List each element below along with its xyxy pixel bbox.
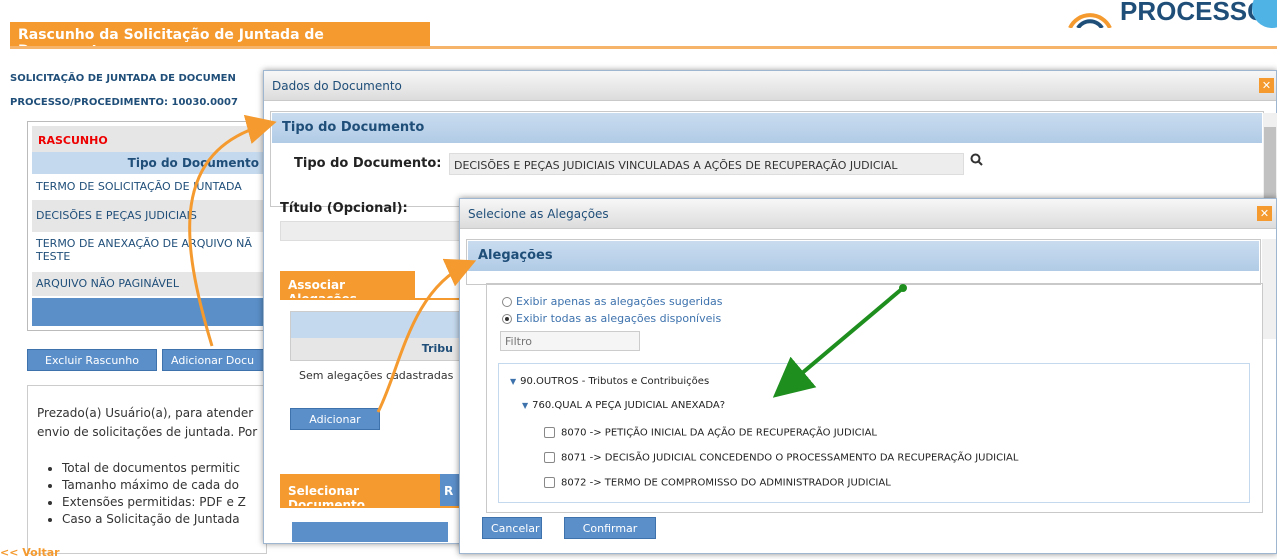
radio-sugeridas-label: Exibir apenas as alegações sugeridas xyxy=(516,295,723,308)
voltar-link[interactable]: << Voltar xyxy=(0,546,60,559)
rascunho-row[interactable]: TERMO DE SOLICITAÇÃO DE JUNTADA xyxy=(32,176,267,198)
dialog-title: Dados do Documento xyxy=(264,71,1276,101)
tab-next[interactable]: R xyxy=(440,474,460,506)
tipo-section-header: Tipo do Documento xyxy=(272,113,1262,143)
sem-alegacoes-text: Sem alegações cadastradas xyxy=(299,369,454,382)
rascunho-row[interactable]: ARQUIVO NÃO PAGINÁVEL xyxy=(32,272,267,296)
tipo-input[interactable]: DECISÕES E PEÇAS JUDICIAIS VINCULADAS A … xyxy=(449,153,964,175)
selecionar-panel xyxy=(280,506,460,546)
tab-underline xyxy=(10,46,1277,49)
tribu-header: Tribu xyxy=(291,338,459,360)
alegacoes-table: Tribu xyxy=(290,311,460,361)
info-list-item: Total de documentos permitic xyxy=(62,460,267,477)
radio-selected-icon[interactable] xyxy=(502,314,512,324)
excluir-rascunho-button[interactable]: Excluir Rascunho xyxy=(27,349,157,371)
tree-node-root[interactable]: ▼ 90.OUTROS - Tributos e Contribuições xyxy=(510,376,709,387)
selecione-alegacoes-dialog: Selecione as Alegações ✕ Alegações Exibi… xyxy=(459,198,1277,554)
radio-todas[interactable]: Exibir todas as alegações disponíveis xyxy=(502,312,721,325)
search-icon[interactable] xyxy=(970,153,984,171)
rascunho-column-header: Tipo do Documento xyxy=(32,152,267,174)
close-icon[interactable]: ✕ xyxy=(1257,206,1272,221)
tab-associar-alegacoes[interactable]: Associar Alegações xyxy=(280,271,415,306)
info-list-item: Tamanho máximo de cada do xyxy=(62,477,267,494)
titulo-input[interactable] xyxy=(280,221,460,241)
tree-node-child[interactable]: ▼ 760.QUAL A PEÇA JUDICIAL ANEXADA? xyxy=(522,400,725,411)
caret-down-icon[interactable]: ▼ xyxy=(522,401,528,410)
info-list: Total de documentos permitic Tamanho máx… xyxy=(62,460,267,528)
rascunho-title: RASCUNHO xyxy=(32,126,267,152)
svg-text:PROCESSO: PROCESSO xyxy=(1120,0,1267,26)
adicionar-documento-button[interactable]: Adicionar Docu xyxy=(162,349,267,371)
checkbox[interactable] xyxy=(544,477,555,488)
checkbox[interactable] xyxy=(544,427,555,438)
filter-input[interactable] xyxy=(500,331,640,351)
info-list-item: Caso a Solicitação de Juntada xyxy=(62,511,267,528)
selecionar-bar xyxy=(292,522,448,542)
scrollbar[interactable] xyxy=(1262,239,1276,339)
tree-item-label: 8071 -> DECISÃO JUDICIAL CONCEDENDO O PR… xyxy=(561,452,1019,464)
tree-item-label: 8072 -> TERMO DE COMPROMISSO DO ADMINIST… xyxy=(561,477,891,489)
rascunho-footer xyxy=(32,298,267,326)
rascunho-row[interactable]: TERMO DE ANEXAÇÃO DE ARQUIVO NÃ TESTE xyxy=(32,234,267,270)
adicionar-alegacao-button[interactable]: Adicionar xyxy=(290,408,380,430)
dialog-title: Selecione as Alegações xyxy=(460,199,1276,229)
alegacoes-section-header: Alegações xyxy=(468,241,1259,271)
radio-icon[interactable] xyxy=(502,297,512,307)
confirm-button[interactable]: Confirmar xyxy=(564,517,656,539)
tree-item-label: 8070 -> PETIÇÃO INICIAL DA AÇÃO DE RECUP… xyxy=(561,427,877,439)
tree-root-label: 90.OUTROS - Tributos e Contribuições xyxy=(520,376,710,387)
caret-down-icon[interactable]: ▼ xyxy=(510,377,516,386)
processo-label: PROCESSO/PROCEDIMENTO: 10030.0007 xyxy=(10,97,238,108)
cancel-button[interactable]: Cancelar xyxy=(482,517,542,539)
logo-icon: PROCESSO xyxy=(1060,0,1277,28)
tree-item[interactable]: 8071 -> DECISÃO JUDICIAL CONCEDENDO O PR… xyxy=(544,452,1018,464)
tab-selecionar-documento[interactable]: Selecionar Documento xyxy=(280,474,440,512)
table-header-bar xyxy=(291,312,459,338)
info-text: Prezado(a) Usuário(a), para atender envi… xyxy=(37,406,258,439)
tree-item[interactable]: 8070 -> PETIÇÃO INICIAL DA AÇÃO DE RECUP… xyxy=(544,427,877,439)
rascunho-row[interactable]: DECISÕES E PEÇAS JUDICIAIS xyxy=(32,200,267,232)
tipo-label: Tipo do Documento: xyxy=(294,156,442,171)
page-tab-title: Rascunho da Solicitação de Juntada de Do… xyxy=(10,22,430,59)
radio-todas-label: Exibir todas as alegações disponíveis xyxy=(516,312,722,325)
solicitacao-label: SOLICITAÇÃO DE JUNTADA DE DOCUMEN xyxy=(10,73,236,84)
info-list-item: Extensões permitidas: PDF e Z xyxy=(62,494,267,511)
close-icon[interactable]: ✕ xyxy=(1259,78,1274,93)
checkbox[interactable] xyxy=(544,452,555,463)
tree-item[interactable]: 8072 -> TERMO DE COMPROMISSO DO ADMINIST… xyxy=(544,477,891,489)
radio-sugeridas[interactable]: Exibir apenas as alegações sugeridas xyxy=(502,295,723,308)
titulo-label: Título (Opcional): xyxy=(280,201,408,216)
tree-child-label: 760.QUAL A PEÇA JUDICIAL ANEXADA? xyxy=(532,400,726,411)
